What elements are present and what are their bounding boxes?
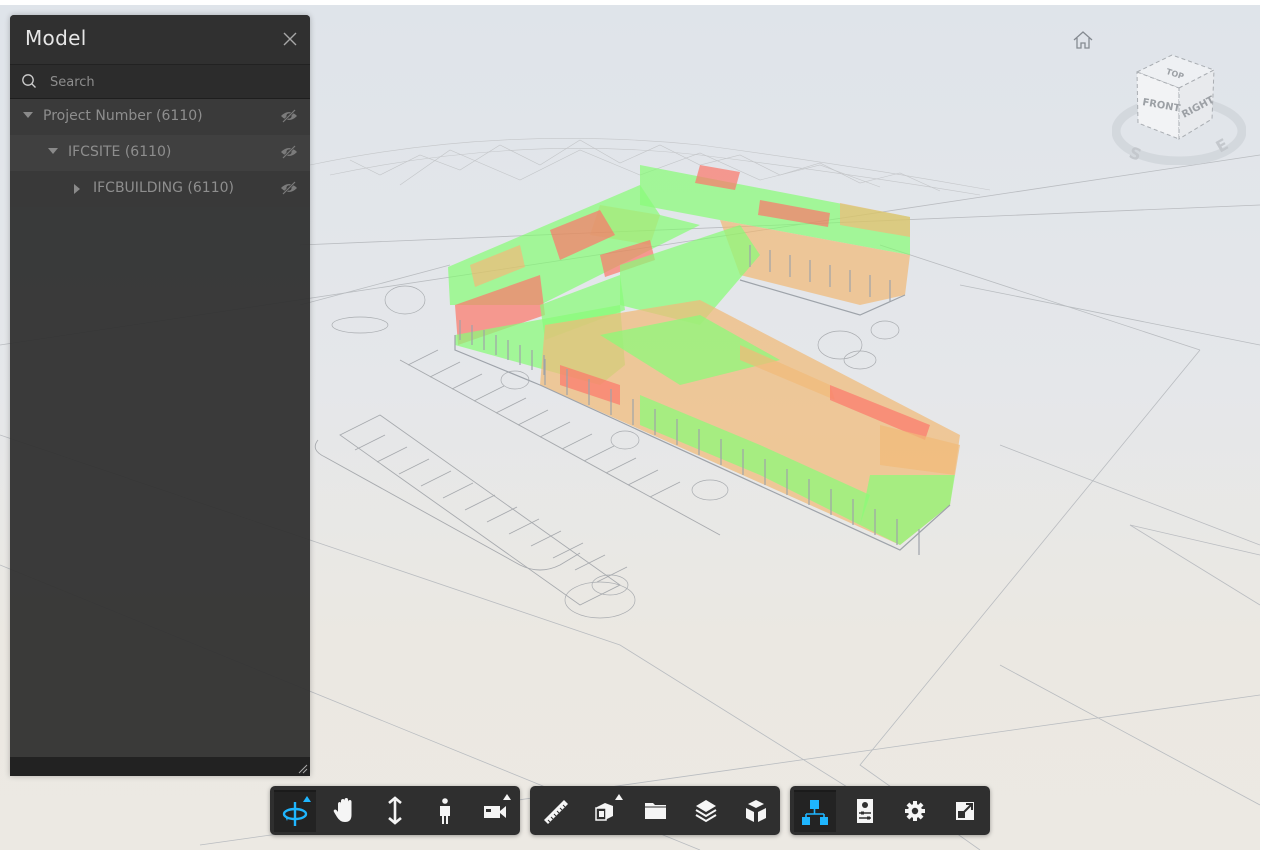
search-input[interactable]	[48, 69, 302, 95]
tree-item-label: Project Number (6110)	[43, 108, 203, 124]
camera-tool-button[interactable]	[474, 790, 516, 832]
ruler-icon	[544, 800, 568, 824]
tree-row-site[interactable]: IFCSITE (6110)	[10, 135, 310, 171]
resize-grip-icon[interactable]	[298, 764, 308, 774]
heatmap-zone	[860, 475, 955, 545]
explode-cube-icon	[746, 800, 766, 822]
section-tool-button[interactable]	[585, 790, 627, 832]
parking-stripe	[407, 349, 439, 366]
fullscreen-icon	[956, 802, 974, 820]
parking-stripe	[627, 469, 659, 486]
parking-stripe	[398, 458, 430, 475]
layers-icon	[695, 800, 717, 823]
close-icon	[283, 32, 297, 46]
orbit-icon	[282, 796, 311, 826]
search-bar	[10, 65, 310, 99]
toolbar-navigation-group	[270, 786, 520, 835]
home-view-button[interactable]	[1072, 29, 1094, 51]
parking-stripe	[605, 457, 637, 474]
panel-header[interactable]: Model	[10, 15, 310, 65]
parking-stripe	[473, 385, 505, 402]
parking-stripe	[530, 530, 562, 547]
tree-item-label: IFCBUILDING (6110)	[93, 180, 234, 196]
parking-stripe	[354, 434, 386, 451]
model-browser-panel: Model Project Number (6110) IFCSITE	[10, 15, 310, 776]
parking-stripe	[442, 482, 474, 499]
gear-icon	[905, 801, 925, 821]
parking-stripe	[508, 518, 540, 535]
pan-hand-icon	[333, 798, 352, 822]
eye-hidden-icon[interactable]	[280, 108, 298, 124]
tree-row-project[interactable]: Project Number (6110)	[10, 99, 310, 135]
properties-icon	[857, 799, 873, 823]
eye-hidden-icon[interactable]	[280, 180, 298, 196]
model-tree: Project Number (6110) IFCSITE (6110) IFC…	[10, 99, 310, 207]
search-icon	[22, 74, 36, 88]
hierarchy-icon	[802, 800, 828, 825]
parking-stripe	[464, 494, 496, 511]
building-heatmap	[448, 165, 960, 545]
panel-footer	[10, 757, 310, 776]
eye-hidden-icon[interactable]	[280, 144, 298, 160]
dolly-zoom-icon	[388, 796, 402, 825]
section-box-icon	[595, 794, 623, 821]
parking-stripe	[517, 409, 549, 426]
collapse-caret-icon[interactable]	[74, 184, 80, 194]
parking-stripe	[561, 433, 593, 450]
tree-item-label: IFCSITE (6110)	[68, 144, 172, 160]
fullscreen-button[interactable]	[944, 790, 986, 832]
panel-title: Model	[25, 26, 87, 50]
parking-stripe	[376, 446, 408, 463]
expand-caret-icon[interactable]	[23, 112, 33, 118]
parking-stripe	[574, 554, 606, 571]
first-person-tool-button[interactable]	[424, 790, 466, 832]
measure-tool-button[interactable]	[535, 790, 577, 832]
layers-tool-button[interactable]	[685, 790, 727, 832]
close-panel-button[interactable]	[280, 29, 300, 49]
parking-stripe	[495, 397, 527, 414]
camera-icon	[484, 794, 511, 818]
parking-stripe	[486, 506, 518, 523]
home-icon	[1073, 31, 1093, 49]
tree-row-building[interactable]: IFCBUILDING (6110)	[10, 171, 310, 207]
view-cube[interactable]: S E TOP FRONT RIGHT	[1111, 53, 1247, 166]
parking-stripe	[583, 445, 615, 462]
pan-tool-button[interactable]	[324, 790, 366, 832]
object-cube-tool-button[interactable]	[735, 790, 777, 832]
parking-stripe	[649, 481, 681, 498]
parking-stripe	[429, 361, 461, 378]
settings-button[interactable]	[894, 790, 936, 832]
parking-stripe	[539, 421, 571, 438]
parking-stripe	[451, 373, 483, 390]
model-browser-button[interactable]	[794, 790, 836, 832]
folder-icon	[645, 803, 666, 819]
parking-stripe	[420, 470, 452, 487]
orbit-tool-button[interactable]	[274, 790, 316, 832]
zoom-tool-button[interactable]	[374, 790, 416, 832]
expand-caret-icon[interactable]	[48, 148, 58, 154]
toolbar-modeling-group	[530, 786, 780, 835]
walk-person-icon	[440, 798, 450, 824]
explode-tool-button[interactable]	[635, 790, 677, 832]
properties-button[interactable]	[844, 790, 886, 832]
toolbar-settings-group	[790, 786, 990, 835]
